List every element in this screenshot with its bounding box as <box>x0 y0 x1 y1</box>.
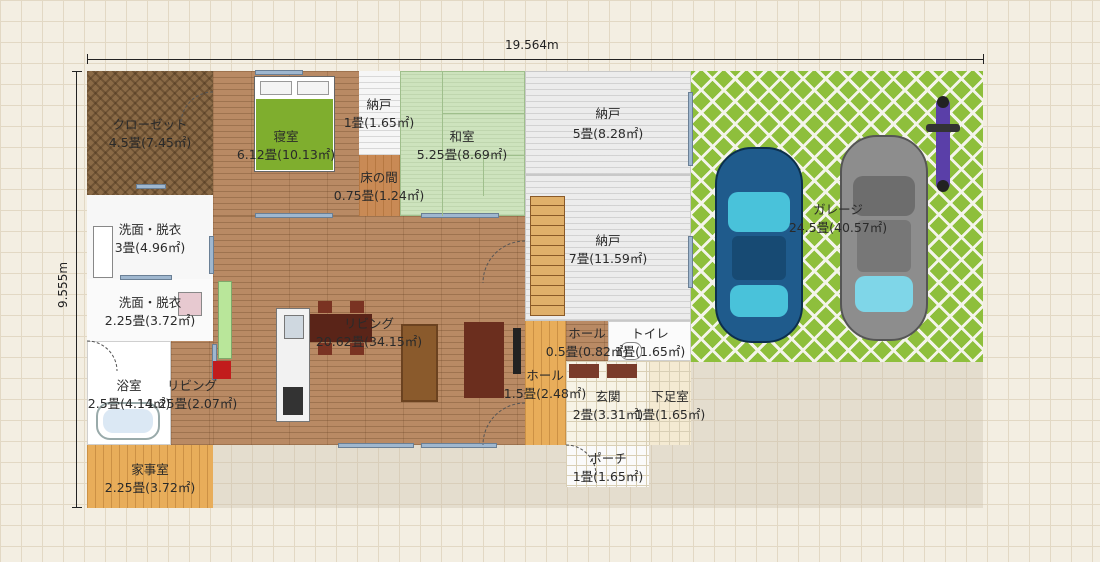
storage-c-name: 納戸 <box>595 233 621 248</box>
entrance-area: 2畳(3.31㎡) <box>572 407 644 422</box>
garage-name: ガレージ <box>813 202 863 217</box>
washitsu-name: 和室 <box>449 129 475 144</box>
entrance-name: 玄関 <box>595 389 621 404</box>
closet-name: クローゼット <box>112 117 188 132</box>
washroom-a-name: 洗面・脱衣 <box>118 222 182 237</box>
living-small-area: 1.25畳(2.07㎡) <box>146 396 238 411</box>
living-area: 20.62畳(34.15㎡) <box>315 334 423 349</box>
car-blue <box>715 147 803 343</box>
shoe-room-name: 下足室 <box>651 389 689 404</box>
washitsu-area: 5.25畳(8.69㎡) <box>416 147 508 162</box>
bedroom-area: 6.12畳(10.13㎡) <box>236 147 336 162</box>
bath-name: 浴室 <box>116 378 142 393</box>
garage-area: 24.5畳(40.57㎡) <box>788 220 888 235</box>
toilet-name: トイレ <box>631 326 669 341</box>
washroom-a-area: 3畳(4.96㎡) <box>114 240 186 255</box>
storage-a-name: 納戸 <box>366 97 392 112</box>
tokonoma-area: 0.75畳(1.24㎡) <box>333 188 425 203</box>
hall-b-name: ホール <box>526 368 564 383</box>
bedroom-name: 寝室 <box>273 129 299 144</box>
motorcycle <box>926 96 960 192</box>
living-name: リビング <box>343 316 395 331</box>
storage-c-area: 7畳(11.59㎡) <box>568 251 648 266</box>
hall-a-name: ホール <box>568 326 606 341</box>
closet-area: 4.5畳(7.45㎡) <box>108 135 192 150</box>
tokonoma-name: 床の間 <box>360 170 398 185</box>
porch-area: 1畳(1.65㎡) <box>572 469 644 484</box>
living-small-name: リビング <box>166 378 218 393</box>
storage-a-area: 1畳(1.65㎡) <box>343 115 415 130</box>
porch-name: ポーチ <box>589 451 627 466</box>
utility-name: 家事室 <box>131 462 169 477</box>
washroom-b-name: 洗面・脱衣 <box>118 295 182 310</box>
washroom-b-area: 2.25畳(3.72㎡) <box>104 313 196 328</box>
storage-b-name: 納戸 <box>595 106 621 121</box>
utility-area: 2.25畳(3.72㎡) <box>104 480 196 495</box>
car-silver <box>840 135 928 341</box>
shoe-room-area: 1畳(1.65㎡) <box>634 407 706 422</box>
hall-b-area: 1.5畳(2.48㎡) <box>503 386 587 401</box>
toilet-area: 1畳(1.65㎡) <box>614 344 686 359</box>
storage-b-area: 5畳(8.28㎡) <box>572 126 644 141</box>
